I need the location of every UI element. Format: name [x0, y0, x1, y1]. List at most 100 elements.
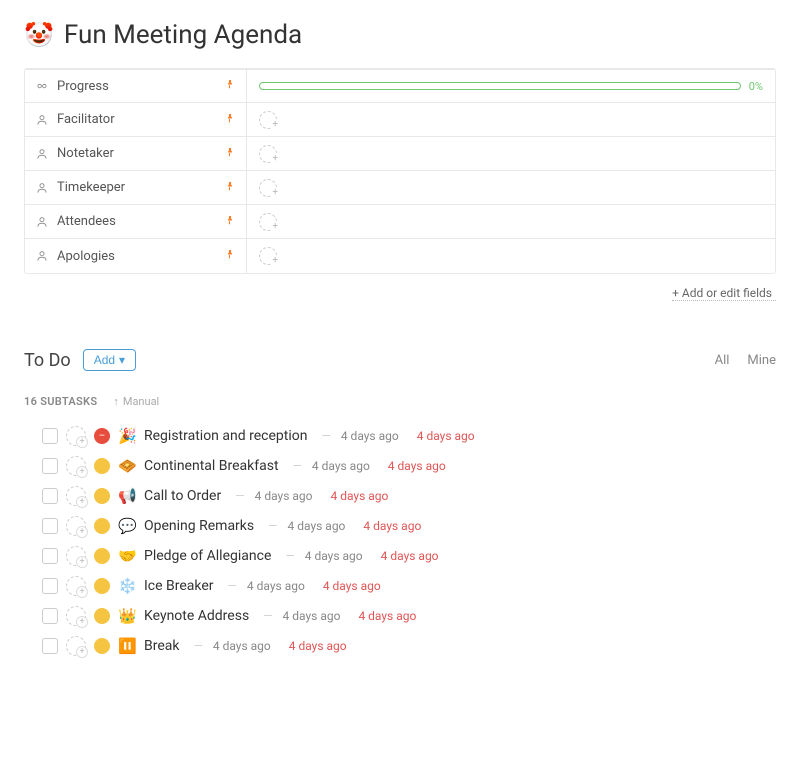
field-row[interactable]: Timekeeper	[25, 171, 775, 205]
assign-user-placeholder[interactable]	[259, 145, 277, 163]
add-edit-fields-link[interactable]: + Add or edit fields	[672, 280, 776, 301]
todo-header: To Do Add ▾ All Mine	[24, 349, 776, 371]
task-emoji-icon: 👑	[118, 607, 136, 625]
subtasks-count: 16 SUBTASKS	[24, 395, 97, 408]
subtask-row[interactable]: 🧇Continental Breakfast—4 days ago4 days …	[24, 456, 776, 476]
field-row[interactable]: Facilitator	[25, 103, 775, 137]
due-date[interactable]: 4 days ago	[330, 489, 388, 503]
priority-badge[interactable]	[94, 458, 110, 474]
assign-user-placeholder[interactable]	[259, 179, 277, 197]
task-emoji-icon: ⏸️	[118, 637, 136, 655]
task-emoji-icon: 🤝	[118, 547, 136, 565]
task-emoji-icon: 💬	[118, 517, 136, 535]
subtask-name[interactable]: Pledge of Allegiance	[144, 548, 271, 564]
pin-icon[interactable]	[224, 180, 236, 196]
field-label-cell: Progress	[25, 70, 247, 102]
subtask-row[interactable]: 📢Call to Order—4 days ago4 days ago	[24, 486, 776, 506]
subtask-name[interactable]: Registration and reception	[144, 428, 307, 444]
subtask-row[interactable]: 🤝Pledge of Allegiance—4 days ago4 days a…	[24, 546, 776, 566]
assignee-placeholder[interactable]	[66, 606, 86, 626]
field-label: Attendees	[57, 214, 116, 229]
progress-value: 0%	[749, 80, 763, 93]
subtask-name[interactable]: Ice Breaker	[144, 578, 214, 594]
priority-badge[interactable]	[94, 578, 110, 594]
pin-icon[interactable]	[224, 146, 236, 162]
created-date: 4 days ago	[341, 429, 399, 443]
subtask-name[interactable]: Opening Remarks	[144, 518, 254, 534]
assignee-placeholder[interactable]	[66, 636, 86, 656]
filter-all[interactable]: All	[715, 353, 730, 368]
pin-icon[interactable]	[224, 112, 236, 128]
priority-badge[interactable]	[94, 608, 110, 624]
priority-badge[interactable]: –	[94, 428, 110, 444]
subtask-checkbox[interactable]	[42, 548, 58, 564]
priority-badge[interactable]	[94, 548, 110, 564]
assignee-placeholder[interactable]	[66, 426, 86, 446]
task-emoji-icon: ❄️	[118, 577, 136, 595]
assignee-placeholder[interactable]	[66, 456, 86, 476]
assignee-placeholder[interactable]	[66, 516, 86, 536]
field-value-cell[interactable]: 0%	[247, 70, 775, 102]
add-subtask-button[interactable]: Add ▾	[83, 349, 136, 371]
field-value-cell[interactable]	[247, 239, 775, 273]
subtask-checkbox[interactable]	[42, 488, 58, 504]
priority-badge[interactable]	[94, 518, 110, 534]
field-value-cell[interactable]	[247, 103, 775, 136]
field-label: Facilitator	[57, 112, 115, 127]
due-date[interactable]: 4 days ago	[323, 579, 381, 593]
subtask-name[interactable]: Call to Order	[144, 488, 221, 504]
field-label-cell: Apologies	[25, 239, 247, 273]
field-label: Progress	[57, 79, 109, 94]
field-row[interactable]: Progress 0%	[25, 69, 775, 103]
todo-section: To Do Add ▾ All Mine 16 SUBTASKS ↑ Manua…	[24, 349, 776, 656]
subtask-name[interactable]: Keynote Address	[144, 608, 249, 624]
subtask-row[interactable]: ❄️Ice Breaker—4 days ago4 days ago	[24, 576, 776, 596]
subtask-checkbox[interactable]	[42, 578, 58, 594]
subtask-checkbox[interactable]	[42, 518, 58, 534]
subtask-checkbox[interactable]	[42, 608, 58, 624]
pin-icon[interactable]	[224, 78, 236, 94]
subtask-checkbox[interactable]	[42, 638, 58, 654]
due-date[interactable]: 4 days ago	[381, 549, 439, 563]
field-value-cell[interactable]	[247, 171, 775, 204]
priority-badge[interactable]	[94, 638, 110, 654]
assign-user-placeholder[interactable]	[259, 247, 277, 265]
due-date[interactable]: 4 days ago	[417, 429, 475, 443]
field-row[interactable]: Apologies	[25, 239, 775, 273]
subtask-row[interactable]: ⏸️Break—4 days ago4 days ago	[24, 636, 776, 656]
field-row[interactable]: Attendees	[25, 205, 775, 239]
field-value-cell[interactable]	[247, 137, 775, 170]
subtask-name[interactable]: Break	[144, 638, 179, 654]
pin-icon[interactable]	[224, 214, 236, 230]
due-date[interactable]: 4 days ago	[388, 459, 446, 473]
page-header: 🤡 Fun Meeting Agenda	[24, 20, 776, 50]
divider-icon: —	[263, 609, 272, 623]
task-emoji-icon: 📢	[118, 487, 136, 505]
divider-icon: —	[268, 519, 277, 533]
subtask-name[interactable]: Continental Breakfast	[144, 458, 279, 474]
assign-user-placeholder[interactable]	[259, 213, 277, 231]
assign-user-placeholder[interactable]	[259, 111, 277, 129]
subtask-checkbox[interactable]	[42, 458, 58, 474]
subtask-row[interactable]: 👑 Keynote Address — 4 days ago 4 days ago	[24, 606, 776, 626]
priority-badge[interactable]	[94, 488, 110, 504]
filter-mine[interactable]: Mine	[747, 353, 776, 368]
assignee-placeholder[interactable]	[66, 486, 86, 506]
subtask-row[interactable]: 💬Opening Remarks—4 days ago4 days ago	[24, 516, 776, 536]
field-value-cell[interactable]	[247, 205, 775, 238]
due-date[interactable]: 4 days ago	[358, 609, 416, 623]
task-emoji-icon: 🎉	[118, 427, 136, 445]
assignee-placeholder[interactable]	[66, 546, 86, 566]
progress-bar[interactable]	[259, 82, 741, 90]
person-icon	[35, 215, 49, 229]
subtask-checkbox[interactable]	[42, 428, 58, 444]
due-date[interactable]: 4 days ago	[289, 639, 347, 653]
subtask-row[interactable]: –🎉Registration and reception—4 days ago4…	[24, 426, 776, 446]
field-row[interactable]: Notetaker	[25, 137, 775, 171]
created-date: 4 days ago	[283, 609, 341, 623]
person-icon	[35, 249, 49, 263]
sort-option[interactable]: ↑ Manual	[113, 395, 159, 408]
due-date[interactable]: 4 days ago	[363, 519, 421, 533]
pin-icon[interactable]	[224, 248, 236, 264]
assignee-placeholder[interactable]	[66, 576, 86, 596]
